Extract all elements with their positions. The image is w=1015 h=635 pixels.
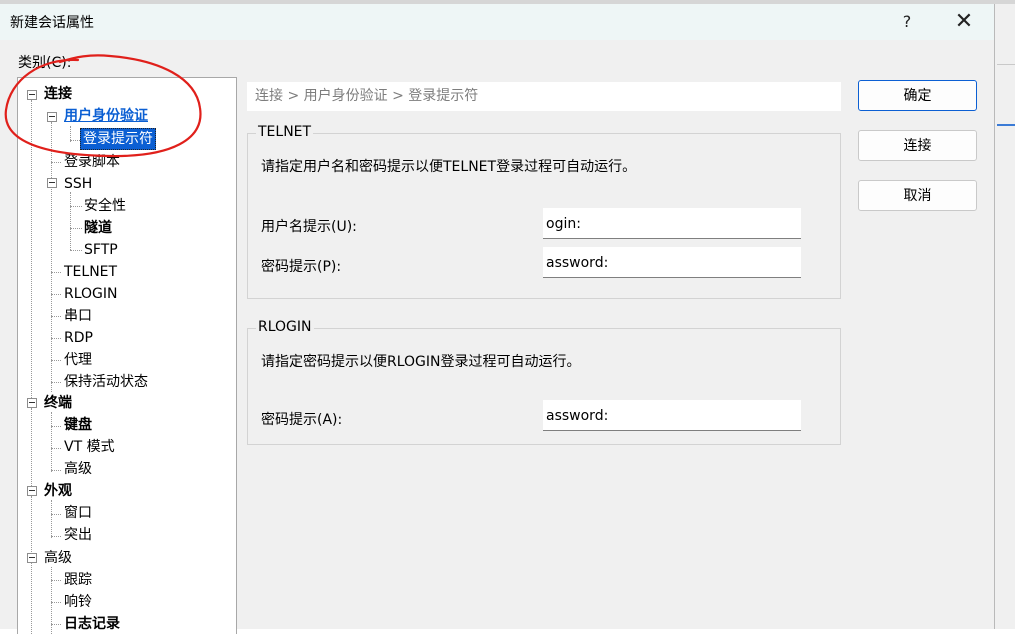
breadcrumb: 连接 > 用户身份验证 > 登录提示符: [247, 82, 841, 111]
tree-line: [31, 408, 32, 488]
help-button[interactable]: ?: [890, 8, 924, 36]
tree-item-appearance[interactable]: 外观: [44, 480, 72, 502]
dialog-title: 新建会话属性: [10, 15, 94, 31]
tree-line: [31, 496, 32, 556]
tree-item-logging[interactable]: 日志记录: [64, 613, 120, 635]
telnet-password-prompt-label: 密码提示(P):: [261, 259, 342, 275]
rlogin-description: 请指定密码提示以便RLOGIN登录过程可自动运行。: [261, 354, 581, 370]
tree-item-trace[interactable]: 跟踪: [64, 569, 92, 591]
tree-connector: [51, 448, 61, 449]
username-prompt-input[interactable]: [543, 208, 801, 239]
tree-item-advanced[interactable]: 高级: [44, 547, 72, 569]
tree-item-ssh[interactable]: SSH: [64, 173, 92, 195]
tree-item-rdp[interactable]: RDP: [64, 327, 93, 349]
tree-connector: [51, 536, 61, 537]
telnet-group-title: TELNET: [256, 124, 314, 140]
tree-item-keyboard[interactable]: 键盘: [64, 414, 92, 436]
background-divider: [997, 64, 1015, 65]
tree-line: [31, 100, 32, 400]
close-button[interactable]: ✕: [947, 8, 981, 36]
collapse-toggle-advanced[interactable]: [27, 553, 37, 563]
background-accent-line: [997, 124, 1015, 126]
tree-connector: [51, 360, 61, 361]
ok-button[interactable]: 确定: [858, 80, 977, 111]
collapse-toggle-connection[interactable]: [27, 90, 37, 100]
tree-connector: [51, 602, 61, 603]
tree-connector: [51, 470, 61, 471]
tree-line: [51, 412, 52, 472]
tree-connector: [51, 624, 61, 625]
tree-item-terminal[interactable]: 终端: [44, 392, 72, 414]
session-properties-dialog: 新建会话属性 ? ✕ 类别(C): 连接 用户身份验证 登录提示符 登录脚本 S…: [0, 4, 995, 634]
tree-item-serial[interactable]: 串口: [64, 305, 92, 327]
tree-item-login-script[interactable]: 登录脚本: [64, 151, 120, 173]
tree-connector: [51, 338, 61, 339]
username-prompt-label: 用户名提示(U):: [261, 219, 357, 235]
tree-item-security[interactable]: 安全性: [84, 195, 126, 217]
tree-item-rlogin[interactable]: RLOGIN: [64, 283, 118, 305]
tree-item-window[interactable]: 窗口: [64, 502, 92, 524]
rlogin-password-prompt-label: 密码提示(A):: [261, 412, 343, 428]
tree-item-connection[interactable]: 连接: [44, 83, 72, 105]
collapse-toggle-terminal[interactable]: [27, 398, 37, 408]
tree-item-highlight[interactable]: 突出: [64, 524, 92, 546]
tree-line: [51, 500, 52, 538]
tree-item-proxy[interactable]: 代理: [64, 349, 92, 371]
tree-item-tunneling[interactable]: 隧道: [84, 217, 112, 239]
tree-item-sftp[interactable]: SFTP: [84, 239, 118, 261]
tree-connector: [51, 514, 61, 515]
tree-line: [70, 192, 71, 250]
tree-item-terminal-advanced[interactable]: 高级: [64, 458, 92, 480]
tree-item-user-auth[interactable]: 用户身份验证: [64, 105, 148, 127]
collapse-toggle-user-auth[interactable]: [47, 112, 57, 122]
cancel-button[interactable]: 取消: [858, 180, 977, 211]
telnet-group: TELNET 请指定用户名和密码提示以便TELNET登录过程可自动运行。 用户名…: [247, 124, 841, 299]
category-label: 类别(C):: [18, 55, 72, 71]
rlogin-group-title: RLOGIN: [256, 319, 314, 335]
tree-connector: [51, 316, 61, 317]
tree-item-vt-modes[interactable]: VT 模式: [64, 436, 115, 458]
tree-connector: [51, 272, 61, 273]
tree-connector: [70, 206, 82, 207]
connect-button[interactable]: 连接: [858, 130, 977, 161]
telnet-description: 请指定用户名和密码提示以便TELNET登录过程可自动运行。: [261, 159, 637, 175]
rlogin-group: RLOGIN 请指定密码提示以便RLOGIN登录过程可自动运行。 密码提示(A)…: [247, 319, 841, 445]
background-window-edge: [994, 4, 1015, 629]
collapse-toggle-appearance[interactable]: [27, 486, 37, 496]
rlogin-password-prompt-input[interactable]: [543, 400, 801, 431]
tree-item-bell[interactable]: 响铃: [64, 591, 92, 613]
tree-connector: [51, 426, 61, 427]
tree-connector: [51, 382, 61, 383]
tree-item-keep-alive[interactable]: 保持活动状态: [64, 371, 148, 393]
title-bar: 新建会话属性 ? ✕: [0, 4, 994, 40]
tree-connector: [51, 294, 61, 295]
tree-connector: [51, 580, 61, 581]
tree-connector: [70, 228, 82, 229]
tree-line: [31, 563, 32, 634]
tree-item-login-prompts[interactable]: 登录提示符: [80, 128, 156, 150]
telnet-password-prompt-input[interactable]: [543, 247, 801, 278]
collapse-toggle-ssh[interactable]: [47, 178, 57, 188]
tree-connector: [51, 162, 61, 163]
tree-item-telnet[interactable]: TELNET: [64, 261, 117, 283]
tree-connector: [70, 250, 82, 251]
category-tree[interactable]: 连接 用户身份验证 登录提示符 登录脚本 SSH 安全性 隧道 SFTP TEL…: [17, 77, 237, 634]
